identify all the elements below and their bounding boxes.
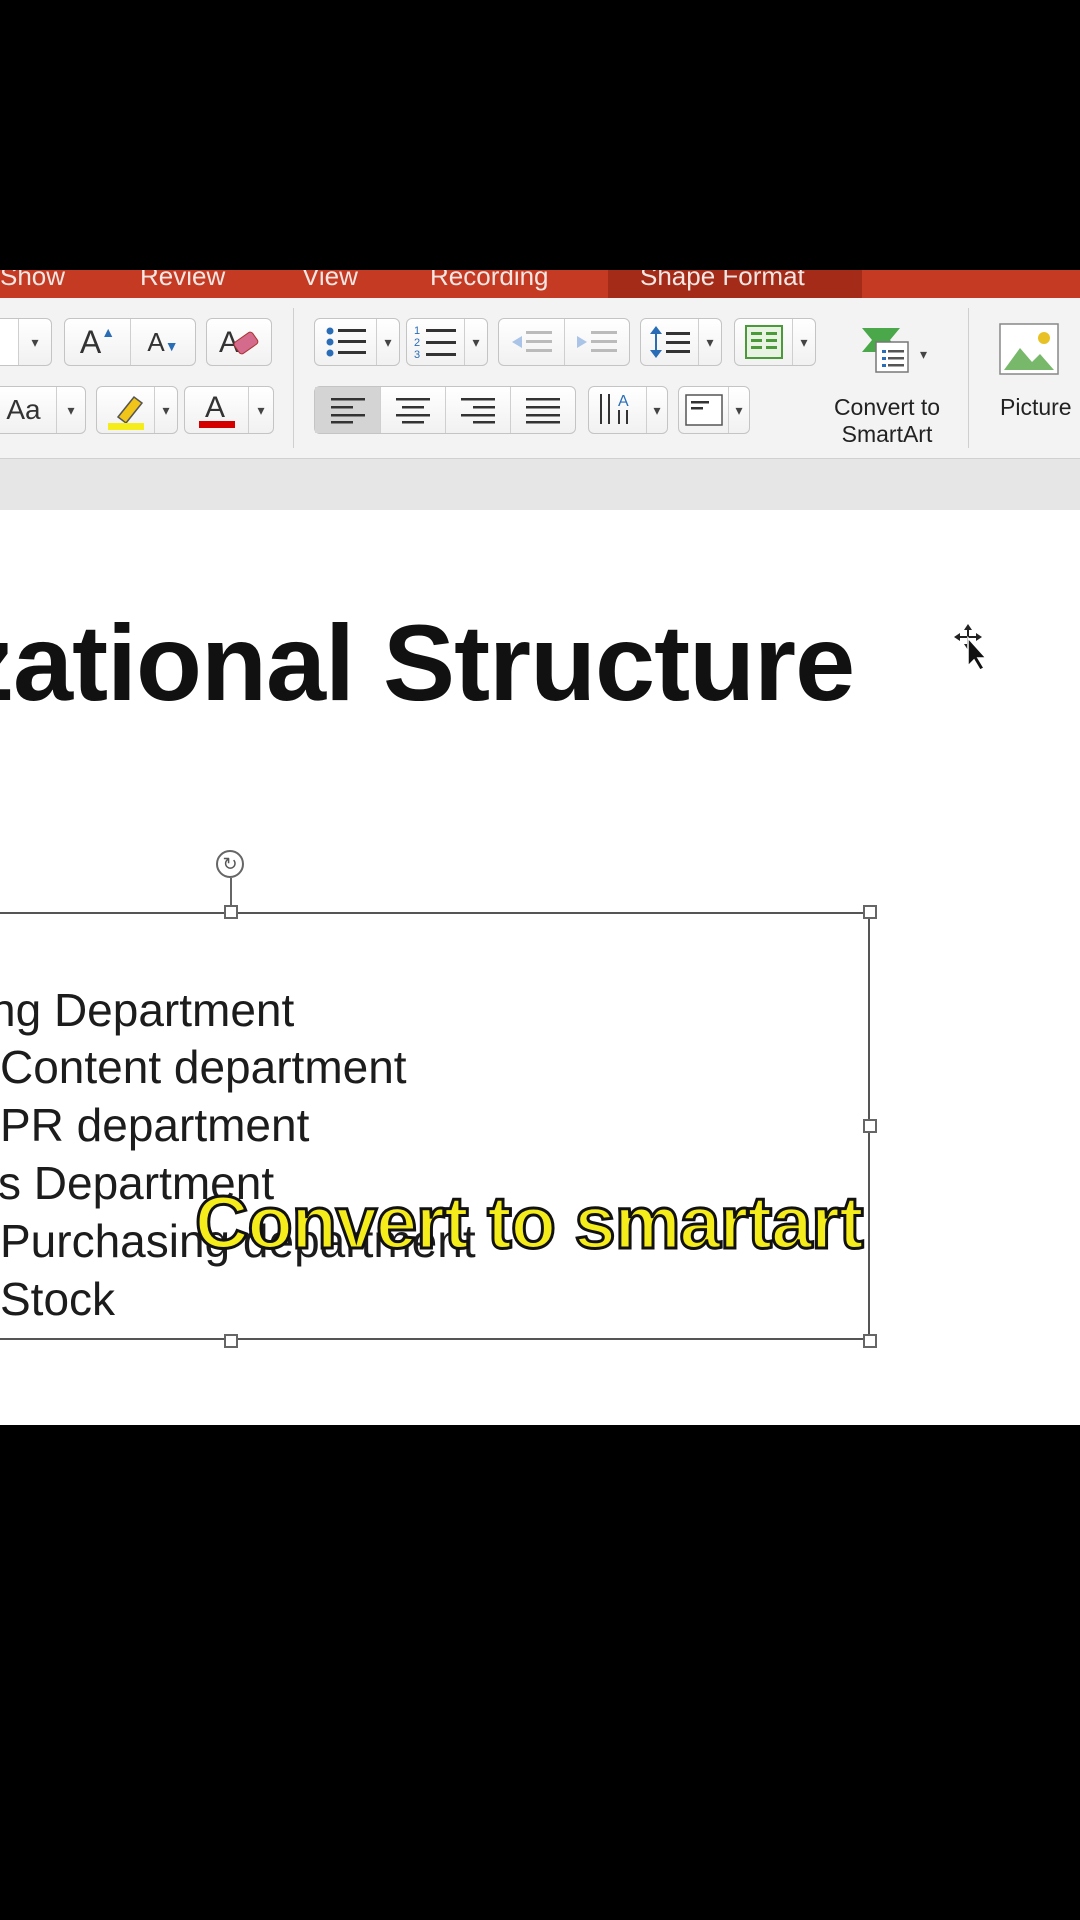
svg-text:2: 2 xyxy=(414,337,420,349)
change-case-button[interactable]: Aa ▾ xyxy=(0,386,86,434)
ribbon-separator xyxy=(968,308,969,448)
video-caption: Convert to smartart xyxy=(194,1180,866,1266)
list-item[interactable]: Content department xyxy=(0,1040,407,1094)
align-right-icon xyxy=(461,398,495,424)
bullets-icon xyxy=(326,327,366,357)
change-case-icon: Aa xyxy=(6,394,41,425)
list-item[interactable]: Stock xyxy=(0,1272,115,1326)
chevron-down-icon[interactable]: ▾ xyxy=(155,387,177,433)
rotate-handle-icon[interactable]: ↻ xyxy=(216,850,244,878)
align-left-icon xyxy=(330,398,365,424)
list-item[interactable]: ng Department xyxy=(0,983,294,1037)
line-spacing-icon xyxy=(649,326,690,358)
align-right-button[interactable] xyxy=(446,387,511,433)
tab-slide-show[interactable]: Show xyxy=(0,270,65,292)
decrease-font-icon: A▼ xyxy=(147,326,179,357)
increase-font-icon: A▲ xyxy=(79,323,116,360)
picture-button[interactable]: Picture xyxy=(990,318,1080,448)
clear-formatting-icon: A xyxy=(219,326,259,359)
decrease-indent-button[interactable] xyxy=(499,319,565,365)
highlight-color-button[interactable]: ▾ xyxy=(96,386,178,434)
ribbon-tab-bar: Show Review View Recording Shape Format xyxy=(0,270,1080,298)
columns-icon xyxy=(744,325,783,359)
ribbon-separator xyxy=(293,308,294,448)
resize-handle-top-right[interactable] xyxy=(863,905,877,919)
justify-button[interactable] xyxy=(511,387,575,433)
resize-handle-bottom[interactable] xyxy=(224,1334,238,1348)
chevron-down-icon[interactable]: ▾ xyxy=(699,319,721,365)
indent-group xyxy=(498,318,630,366)
tab-view[interactable]: View xyxy=(302,270,358,292)
font-color-button[interactable]: A ▾ xyxy=(184,386,274,434)
smartart-icon xyxy=(862,328,909,373)
text-direction-button[interactable]: A ▾ xyxy=(588,386,668,434)
highlighter-icon xyxy=(107,395,144,430)
line-spacing-button[interactable]: ▾ xyxy=(640,318,722,366)
increase-indent-button[interactable] xyxy=(565,319,629,365)
chevron-down-icon[interactable]: ▾ xyxy=(920,346,927,363)
clear-formatting-button[interactable]: A xyxy=(206,318,272,366)
numbering-icon: 1 2 3 xyxy=(414,325,456,360)
tab-review[interactable]: Review xyxy=(140,270,225,292)
text-direction-icon: A xyxy=(599,393,629,424)
svg-text:A: A xyxy=(618,393,629,410)
tab-recording[interactable]: Recording xyxy=(430,270,549,292)
justify-icon xyxy=(526,398,560,424)
ribbon-status-strip xyxy=(0,458,1080,512)
align-text-icon xyxy=(684,394,723,426)
chevron-down-icon[interactable]: ▾ xyxy=(647,387,667,433)
alignment-group xyxy=(314,386,576,434)
increase-indent-icon xyxy=(577,331,617,352)
font-size-stepper: A▲ A▼ xyxy=(64,318,196,366)
resize-handle-top[interactable] xyxy=(224,905,238,919)
align-left-button[interactable] xyxy=(315,387,381,433)
convert-to-smartart-button[interactable]: ▾ Convert to SmartArt xyxy=(820,318,954,448)
svg-text:3: 3 xyxy=(414,349,420,360)
font-color-icon: A xyxy=(198,391,235,428)
numbering-button[interactable]: 1 2 3 ▾ xyxy=(406,318,488,366)
increase-font-size-button[interactable]: A▲ xyxy=(65,319,131,365)
convert-to-smartart-label: Convert to SmartArt xyxy=(833,394,941,447)
ribbon: ▾ A▲ A▼ A Aa ▾ ▾ A ▾ ▾ 1 2 3 ▾ ▾ ▾ A ▾ ▾… xyxy=(0,298,1080,458)
resize-handle-right[interactable] xyxy=(863,1119,877,1133)
align-center-button[interactable] xyxy=(381,387,446,433)
chevron-down-icon[interactable]: ▾ xyxy=(465,319,487,365)
align-text-button[interactable]: ▾ xyxy=(678,386,750,434)
chevron-down-icon[interactable]: ▾ xyxy=(249,387,273,433)
picture-icon xyxy=(999,323,1059,375)
font-size-dropdown[interactable]: ▾ xyxy=(0,318,52,366)
columns-button[interactable]: ▾ xyxy=(734,318,816,366)
font-size-input[interactable] xyxy=(0,319,19,365)
bullets-button[interactable]: ▾ xyxy=(314,318,400,366)
tab-shape-format[interactable]: Shape Format xyxy=(608,270,862,298)
svg-text:A: A xyxy=(205,391,225,424)
chevron-down-icon[interactable]: ▾ xyxy=(793,319,815,365)
resize-handle-bottom-right[interactable] xyxy=(863,1334,877,1348)
slide-title[interactable]: zational Structure xyxy=(0,600,855,725)
chevron-down-icon[interactable]: ▾ xyxy=(377,319,399,365)
decrease-font-size-button[interactable]: A▼ xyxy=(131,319,195,365)
picture-label: Picture xyxy=(1000,394,1072,420)
decrease-indent-icon xyxy=(511,331,552,352)
svg-text:1: 1 xyxy=(414,325,420,337)
list-item[interactable]: PR department xyxy=(0,1098,309,1152)
chevron-down-icon[interactable]: ▾ xyxy=(729,387,749,433)
move-cursor-icon xyxy=(954,624,988,671)
chevron-down-icon[interactable]: ▾ xyxy=(19,319,51,365)
align-center-icon xyxy=(396,398,430,424)
chevron-down-icon[interactable]: ▾ xyxy=(57,387,85,433)
